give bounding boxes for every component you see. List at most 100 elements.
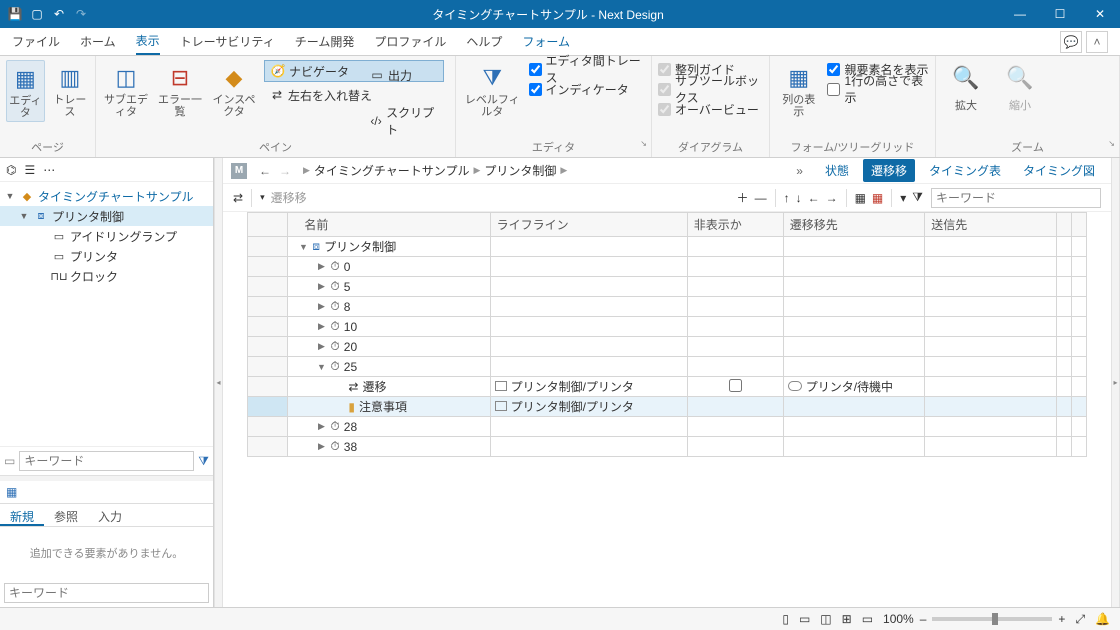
tab-new[interactable]: 新規 <box>0 504 44 526</box>
layout3-icon[interactable]: ◫ <box>820 612 831 626</box>
inspector-button[interactable]: ◆ インスペクタ <box>210 60 258 120</box>
collapse-ribbon-icon[interactable]: ˄ <box>1086 31 1108 53</box>
col-send[interactable]: 送信先 <box>925 213 1056 237</box>
tab-reference[interactable]: 参照 <box>44 504 88 526</box>
table-row[interactable]: ▶⏱8 <box>248 297 1087 317</box>
table-row[interactable]: ⇄遷移プリンタ制御/プリンタプリンタ/待機中 <box>248 377 1087 397</box>
table-row[interactable]: ▶⏱5 <box>248 277 1087 297</box>
search-mode-icon[interactable]: ▭ <box>4 454 15 468</box>
minimize-button[interactable]: — <box>1000 0 1040 28</box>
save-icon[interactable]: 💾 <box>6 5 24 23</box>
zoom-slider[interactable] <box>932 617 1052 621</box>
table-row[interactable]: ▶⏱28 <box>248 417 1087 437</box>
zoom-in-btn[interactable]: + <box>1058 612 1065 626</box>
forward-button[interactable]: → <box>275 164 295 178</box>
tree-stack-icon[interactable]: ☰ <box>24 163 35 177</box>
comment-icon[interactable]: 💬 <box>1060 31 1082 53</box>
tree-root[interactable]: ▼◆ タイミングチャートサンプル <box>0 186 213 206</box>
output-button[interactable]: ▭出力 <box>364 64 418 86</box>
remove-icon[interactable]: — <box>755 191 767 205</box>
script-button[interactable]: ‹/›スクリプト <box>364 110 444 132</box>
hide-check[interactable] <box>729 379 742 392</box>
menu-home[interactable]: ホーム <box>80 29 116 54</box>
col-dest[interactable]: 遷移移先 <box>783 213 925 237</box>
table-row[interactable]: ▼⏱25 <box>248 357 1087 377</box>
table-row[interactable]: ▶⏱20 <box>248 337 1087 357</box>
tree-idling[interactable]: ▭ アイドリングランプ <box>0 226 213 246</box>
new-icon[interactable]: ▢ <box>28 5 46 23</box>
table-row[interactable]: ▮注意事項プリンタ制御/プリンタ <box>248 397 1087 417</box>
zoomout-button[interactable]: 🔍 縮小 <box>996 60 1044 120</box>
layout4-icon[interactable]: ⊞ <box>842 612 852 626</box>
table-row[interactable]: ▶⏱10 <box>248 317 1087 337</box>
col-hidden[interactable]: 非表示か <box>687 213 783 237</box>
filter-icon[interactable]: ⧩ <box>198 454 209 469</box>
menu-profile[interactable]: プロファイル <box>374 29 446 54</box>
columns-button[interactable]: ▦ 列の表示 <box>776 60 821 120</box>
row-name: 10 <box>344 320 357 334</box>
col-lifeline[interactable]: ライフライン <box>490 213 687 237</box>
tree-more-icon[interactable]: ⋯ <box>43 163 55 177</box>
splitter-right[interactable]: ▸ <box>1111 158 1120 607</box>
shuffle-icon[interactable]: ⇄ <box>233 191 243 205</box>
close-button[interactable]: ✕ <box>1080 0 1120 28</box>
tree-search-input[interactable] <box>19 451 194 471</box>
filter2-icon[interactable]: ⧩ <box>912 190 923 205</box>
menu-traceability[interactable]: トレーサビリティ <box>180 29 275 54</box>
undo-icon[interactable]: ↶ <box>50 5 68 23</box>
notify-icon[interactable]: 🔔 <box>1095 612 1110 626</box>
crosseditor-check[interactable]: エディタ間トレース <box>529 60 645 78</box>
right-icon[interactable]: → <box>826 191 838 205</box>
view-timing-chart[interactable]: タイミング図 <box>1015 159 1103 182</box>
filter1-icon[interactable]: ▾ <box>900 191 906 205</box>
left-icon[interactable]: ← <box>808 191 820 205</box>
tree-structure-icon[interactable]: ⌬ <box>6 163 16 177</box>
swap-button[interactable]: ⇄左右を入れ替え <box>264 84 444 106</box>
tab-input[interactable]: 入力 <box>88 504 132 526</box>
layout5-icon[interactable]: ▭ <box>862 612 873 626</box>
subeditor-button[interactable]: ◫ サブエディタ <box>102 60 150 120</box>
menu-help[interactable]: ヘルプ <box>466 29 502 54</box>
down-icon[interactable]: ↓ <box>796 191 802 205</box>
grid-keyword-input[interactable] <box>931 188 1101 208</box>
zoom-out-btn[interactable]: – <box>920 612 927 626</box>
tree-printer[interactable]: ▭ プリンタ <box>0 246 213 266</box>
col-name[interactable]: 名前 <box>288 213 490 237</box>
back-button[interactable]: ← <box>255 164 275 178</box>
splitter[interactable]: ◂ <box>214 158 223 607</box>
table-row[interactable]: ▼⧈プリンタ制御 <box>248 237 1087 257</box>
editor-button[interactable]: ▦ エディタ <box>6 60 45 122</box>
crumb-root[interactable]: タイミングチャートサンプル <box>314 162 470 179</box>
indicator-check[interactable]: インディケータ <box>529 80 645 98</box>
levelfilter-button[interactable]: ⧩ レベルフィルタ <box>462 60 523 120</box>
view-state[interactable]: 状態 <box>817 159 857 182</box>
oneline-check[interactable]: 1行の高さで表示 <box>827 80 929 98</box>
view-transition[interactable]: 遷移移 <box>863 159 915 182</box>
up-icon[interactable]: ↑ <box>784 191 790 205</box>
project-icon: ◆ <box>20 190 34 203</box>
crumb-printer[interactable]: プリンタ制御 <box>484 162 556 179</box>
tree-printer-ctrl[interactable]: ▼⧈ プリンタ制御 <box>0 206 213 226</box>
menu-view[interactable]: 表示 <box>136 28 160 55</box>
bottom-keyword-input[interactable] <box>4 583 209 603</box>
redo-icon[interactable]: ↷ <box>72 5 90 23</box>
add-icon[interactable]: ＋ <box>737 189 749 206</box>
grid2-icon[interactable]: ▦ <box>872 191 883 205</box>
maximize-button[interactable]: ☐ <box>1040 0 1080 28</box>
layout2-icon[interactable]: ▭ <box>799 612 810 626</box>
errorlist-button[interactable]: ⊟ エラー一覧 <box>156 60 204 120</box>
trace-button[interactable]: ▥ トレース <box>51 60 89 120</box>
view-timing-table[interactable]: タイミング表 <box>921 159 1009 182</box>
chevron-down-icon[interactable]: ▾ <box>260 192 265 203</box>
menu-team[interactable]: チーム開発 <box>295 29 355 54</box>
grid1-icon[interactable]: ▦ <box>855 191 866 205</box>
tree-clock[interactable]: ⊓⊔ クロック <box>0 266 213 286</box>
menu-file[interactable]: ファイル <box>12 29 60 54</box>
layout1-icon[interactable]: ▯ <box>782 612 789 626</box>
zoomin-button[interactable]: 🔍 拡大 <box>942 60 990 120</box>
expand-icon[interactable]: ⤢ <box>1075 612 1085 627</box>
table-row[interactable]: ▶⏱38 <box>248 437 1087 457</box>
table-row[interactable]: ▶⏱0 <box>248 257 1087 277</box>
views-more[interactable]: » <box>788 161 811 181</box>
menu-form[interactable]: フォーム <box>522 29 570 54</box>
